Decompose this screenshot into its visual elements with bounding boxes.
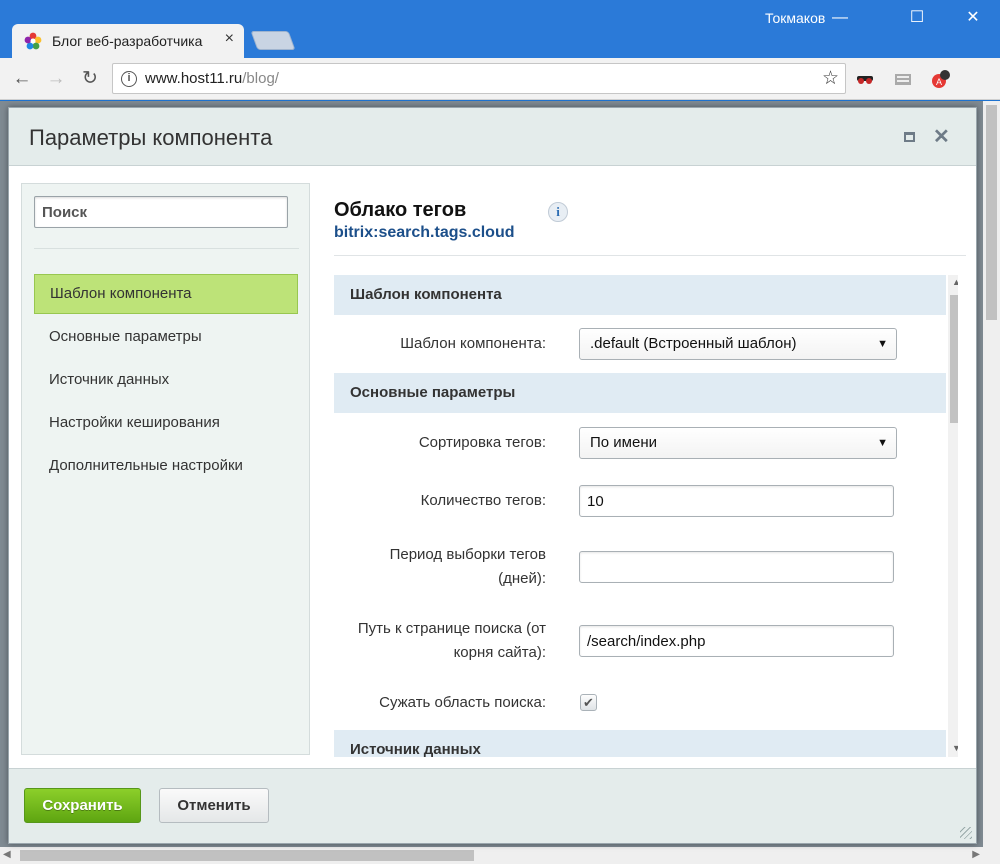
component-params-dialog: Параметры компонента ✕ Шаблон компонента… [8,107,977,844]
browser-tab[interactable]: Блог веб-разработчика × [12,24,244,58]
params-scrollbar[interactable]: ▲ ▼ [948,275,958,757]
dialog-header: Параметры компонента ✕ [9,108,976,166]
url-text: www.host11.ru/blog/ [145,70,279,87]
template-select[interactable]: .default (Встроенный шаблон) ▼ [579,328,897,360]
close-window-icon[interactable]: ✕ [958,6,988,30]
site-info-icon[interactable]: i [121,71,137,87]
scroll-up-icon[interactable]: ▲ [952,277,958,287]
save-button[interactable]: Сохранить [24,788,141,823]
back-icon[interactable]: ← [10,67,34,91]
profile-name[interactable]: Токмаков [765,10,825,26]
page-horizontal-scrollbar[interactable]: ◀ ▶ [0,847,1000,864]
tab-title: Блог веб-разработчика [52,33,203,49]
template-select-value: .default (Встроенный шаблон) [590,335,797,352]
resize-grip-icon[interactable] [960,827,972,839]
scroll-left-icon[interactable]: ◀ [3,849,11,860]
browser-titlebar: Блог веб-разработчика × Токмаков — ☐ ✕ [0,0,1000,58]
title-divider [334,255,966,256]
new-tab-button[interactable] [250,31,296,50]
sidebar-item-template[interactable]: Шаблон компонента [34,274,298,314]
component-title: Облако тегов [334,199,467,221]
maximize-window-icon[interactable]: ☐ [902,6,932,30]
info-icon[interactable]: i [548,202,568,222]
sidebar-item-source[interactable]: Источник данных [34,360,298,400]
section-source-header: Источник данных [334,730,946,757]
dialog-maximize-icon[interactable] [904,132,915,142]
params-scroll-thumb[interactable] [950,295,958,423]
dialog-footer: Сохранить Отменить [9,768,976,843]
count-input[interactable] [579,485,894,517]
template-label: Шаблон компонента: [400,335,546,352]
sort-select[interactable]: По имени ▼ [579,427,897,459]
section-basic-header: Основные параметры [334,373,946,413]
url-host: www.host11.ru [145,70,243,87]
dialog-title: Параметры компонента [29,125,273,150]
params-content: Облако тегов bitrix:search.tags.cloud i … [334,183,966,757]
svg-text:A: A [936,77,942,87]
scroll-right-icon[interactable]: ▶ [972,849,980,860]
component-id: bitrix:search.tags.cloud [334,224,515,241]
address-bar[interactable]: i www.host11.ru/blog/ ☆ [112,63,846,94]
search-path-label-line1: Путь к странице поиска (от [357,620,546,637]
chevron-down-icon: ▼ [877,437,888,449]
incognito-extension-icon[interactable] [855,69,875,89]
sort-label: Сортировка тегов: [418,434,546,451]
sidebar-item-basic[interactable]: Основные параметры [34,317,298,357]
period-input[interactable] [579,551,894,583]
section-template-header: Шаблон компонента [334,275,946,315]
period-label-line1: Период выборки тегов [389,546,546,563]
sidebar-item-cache[interactable]: Настройки кеширования [34,403,298,443]
page-vertical-scroll-thumb[interactable] [986,105,997,320]
reload-icon[interactable]: ↻ [78,67,102,91]
search-path-label-line2: корня сайта): [453,644,546,661]
scroll-down-icon[interactable]: ▼ [952,743,958,753]
page-viewport: ◀ ▶ Параметры компонента ✕ Шаблон компон… [0,101,1000,864]
period-label-line2: (дней): [498,570,546,587]
sort-select-value: По имени [590,434,657,451]
params-sidebar: Шаблон компонента Основные параметры Ист… [21,183,310,755]
forward-icon[interactable]: → [44,67,68,91]
minimize-window-icon[interactable]: — [825,6,855,30]
page-horizontal-scroll-thumb[interactable] [20,850,474,861]
page-vertical-scrollbar[interactable] [983,101,1000,847]
sidebar-item-additional[interactable]: Дополнительные настройки [34,446,298,486]
params-list: Шаблон компонента Шаблон компонента: .de… [334,275,958,757]
search-path-input[interactable] [579,625,894,657]
tab-close-icon[interactable]: × [225,30,234,48]
bookmark-star-icon[interactable]: ☆ [822,67,839,90]
keyboard-extension-icon[interactable] [893,69,913,89]
dialog-close-icon[interactable]: ✕ [933,124,950,149]
flower-favicon-icon [24,32,42,50]
dialog-body: Шаблон компонента Основные параметры Ист… [9,167,976,768]
search-input[interactable] [34,196,288,228]
narrow-search-checkbox[interactable]: ✔ [580,694,597,711]
url-path: /blog/ [242,70,279,87]
sidebar-divider [34,248,299,249]
count-label: Количество тегов: [420,492,546,509]
narrow-search-label: Сужать область поиска: [379,694,546,711]
translate-extension-icon[interactable]: A [931,69,951,89]
browser-toolbar: ← → ↻ i www.host11.ru/blog/ ☆ A [0,58,1000,100]
cancel-button[interactable]: Отменить [159,788,269,823]
chevron-down-icon: ▼ [877,338,888,350]
